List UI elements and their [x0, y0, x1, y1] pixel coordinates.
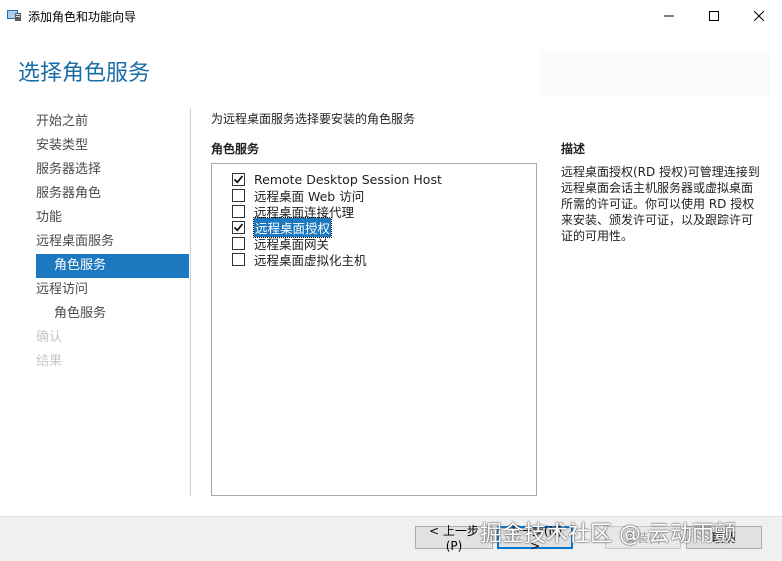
- server-manager-icon: [6, 8, 22, 22]
- checkbox-web-access[interactable]: [232, 188, 245, 202]
- nav-item-remote-access-role-services[interactable]: 角色服务: [54, 302, 106, 326]
- role-item-virtualization-host[interactable]: 远程桌面虚拟化主机: [232, 251, 367, 268]
- title-bar: 添加角色和功能向导: [0, 0, 782, 31]
- description-text: 远程桌面授权(RD 授权)可管理连接到远程桌面会话主机服务器或虚拟桌面所需的许可…: [561, 165, 760, 243]
- minimize-button[interactable]: [646, 0, 692, 31]
- role-label: 远程桌面虚拟化主机: [254, 252, 367, 268]
- roles-heading: 角色服务: [211, 142, 260, 156]
- role-services-list[interactable]: Remote Desktop Session Host 远程桌面 Web 访问 …: [211, 163, 537, 496]
- close-icon: [754, 10, 764, 21]
- nav-divider: [190, 108, 191, 496]
- checkbox-licensing[interactable]: [232, 220, 245, 234]
- window-title: 添加角色和功能向导: [28, 10, 137, 24]
- page-header: 选择角色服务: [0, 31, 782, 101]
- previous-button[interactable]: < 上一步(P): [415, 524, 493, 553]
- cancel-button[interactable]: 取消: [686, 526, 762, 549]
- description-heading: 描述: [561, 142, 586, 156]
- nav-item-role-services-active[interactable]: 角色服务: [36, 254, 189, 278]
- nav-item-features[interactable]: 功能: [36, 206, 62, 230]
- checkbox-gateway[interactable]: [232, 236, 245, 250]
- nav-item-remote-desktop-services[interactable]: 远程桌面服务: [36, 230, 114, 254]
- header-panel: [540, 51, 770, 95]
- nav-item-server-roles[interactable]: 服务器角色: [36, 182, 101, 206]
- nav-item-results: 结果: [36, 354, 63, 369]
- checkmark-icon: [233, 174, 244, 183]
- checkbox-connection-broker[interactable]: [232, 204, 245, 218]
- page-title: 选择角色服务: [18, 61, 151, 86]
- maximize-button[interactable]: [691, 0, 737, 31]
- intro-text: 为远程桌面服务选择要安装的角色服务: [211, 112, 416, 126]
- nav-item-confirmation: 确认: [36, 330, 63, 345]
- next-button[interactable]: 下一步(N) >: [497, 524, 573, 553]
- nav-item-installation-type[interactable]: 安装类型: [36, 134, 88, 158]
- install-button: 安装(I): [605, 526, 681, 549]
- nav-item-server-selection[interactable]: 服务器选择: [36, 158, 101, 182]
- nav-item-before-you-begin[interactable]: 开始之前: [36, 110, 88, 134]
- checkbox-virtualization-host[interactable]: [232, 252, 245, 266]
- checkbox-session-host[interactable]: [232, 172, 245, 186]
- role-label: Remote Desktop Session Host: [254, 171, 442, 187]
- close-button[interactable]: [736, 0, 782, 31]
- nav-item-remote-access[interactable]: 远程访问: [36, 278, 88, 302]
- checkmark-icon: [233, 222, 244, 231]
